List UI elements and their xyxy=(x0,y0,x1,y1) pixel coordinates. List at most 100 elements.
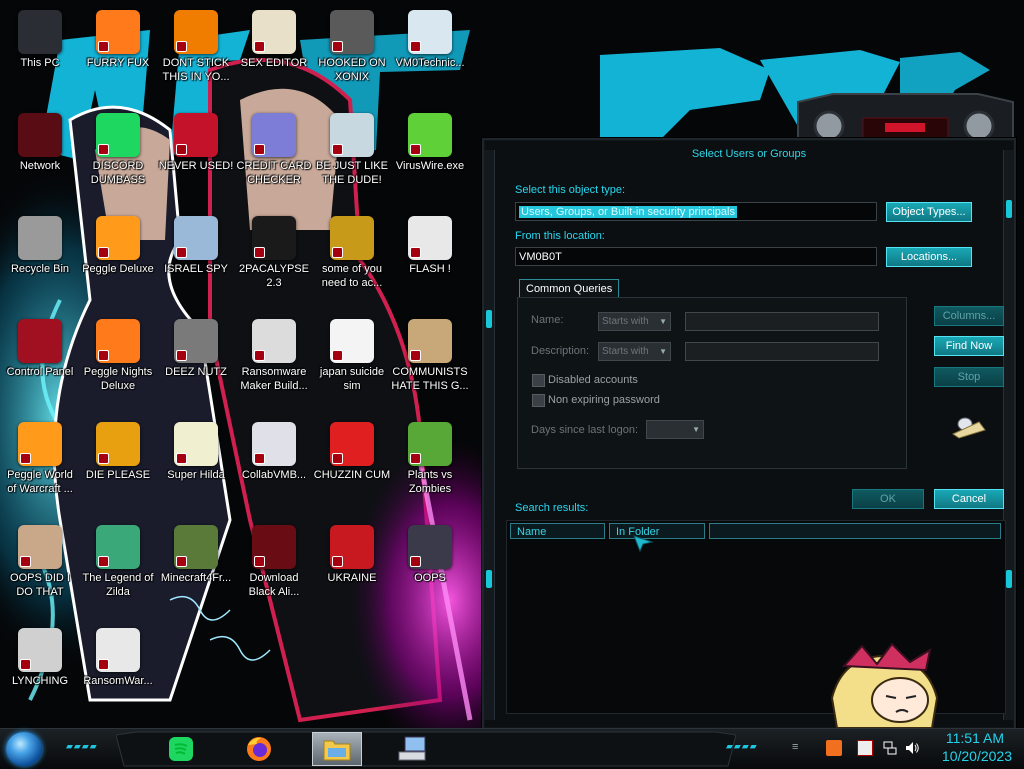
desktop-icon-beaver[interactable]: some of you need to ac... xyxy=(312,210,392,290)
shortcut-arrow-icon xyxy=(176,247,187,258)
desktop-icon-firefox[interactable]: FURRY FUX xyxy=(78,4,158,70)
desktop-icon-monitor[interactable]: CollabVMB... xyxy=(234,416,314,482)
desktop-icon-peggle-wow[interactable]: Peggle World of Warcraft ... xyxy=(0,416,80,496)
non-expiring-label: Non expiring password xyxy=(548,394,660,406)
desktop-icon-flash[interactable]: FLASH ! xyxy=(390,210,470,276)
shortcut-arrow-icon xyxy=(98,556,109,567)
object-types-button[interactable]: Object Types... xyxy=(886,202,972,222)
column-header-blank[interactable] xyxy=(709,523,1001,539)
shortcut-arrow-icon xyxy=(98,453,109,464)
firefox-icon xyxy=(96,10,140,54)
desktop-icon-pixel-ghost[interactable]: Super Hilda xyxy=(156,416,236,482)
desktop-icon-spotify[interactable]: DISCORD DUMBASS xyxy=(78,107,158,187)
desktop-icon-label: Control Panel xyxy=(6,366,74,378)
shortcut-arrow-icon xyxy=(20,453,31,464)
find-now-button[interactable]: Find Now xyxy=(934,336,1004,356)
desktop-icon-windows-stack[interactable]: DEEZ NUTZ xyxy=(156,313,236,379)
location-field: VM0B0T xyxy=(515,247,877,266)
desktop-icon-terminal[interactable]: 2PACALYPSE 2.3 xyxy=(234,210,314,290)
shortcut-arrow-icon xyxy=(176,556,187,567)
stop-button[interactable]: Stop xyxy=(934,367,1004,387)
description-input[interactable] xyxy=(685,342,879,361)
desktop-icon-limewire[interactable]: VirusWire.exe xyxy=(390,107,470,173)
object-type-label: Select this object type: xyxy=(515,184,626,196)
pixel-ghost-icon xyxy=(174,422,218,466)
de-icon xyxy=(96,422,140,466)
desktop-icon-document[interactable]: japan suicide sim xyxy=(312,313,392,393)
network-icon[interactable] xyxy=(882,740,898,756)
description-op-dropdown[interactable]: Starts with ▼ xyxy=(598,342,671,361)
desktop-icon-label: FURRY FUX xyxy=(86,57,150,69)
desktop-icon-vlc-cone[interactable]: DONT STICK THIS IN YO... xyxy=(156,4,236,84)
desktop-icon-label: UKRAINE xyxy=(327,572,377,584)
desktop-icon-label: Ransomware Maker Build... xyxy=(240,366,308,392)
desktop-icon-chuzzle[interactable]: CHUZZIN CUM xyxy=(312,416,392,482)
tray-flag-icon[interactable] xyxy=(857,740,873,756)
desktop-icon-network-card[interactable]: ISRAEL SPY xyxy=(156,210,236,276)
desktop-icon-recycle-bin[interactable]: Recycle Bin xyxy=(0,210,80,276)
desktop-icon-control-panel[interactable]: Control Panel xyxy=(0,313,80,379)
santa-icon xyxy=(330,113,374,157)
search-results-label: Search results: xyxy=(515,502,589,514)
shortcut-arrow-icon xyxy=(176,350,187,361)
taskbar-firefox[interactable] xyxy=(234,732,284,766)
shortcut-arrow-icon xyxy=(410,556,421,567)
desktop-icon-credit-card[interactable]: CREDIT CARD CHECKER xyxy=(234,107,314,187)
desktop-icon-chain[interactable]: LYNCHING xyxy=(0,622,80,688)
clock-time[interactable]: 11:51 AM xyxy=(946,730,1004,746)
desktop-icon-devcpp[interactable]: NEVER USED! xyxy=(156,107,236,173)
desktop-icon-hxd-editor[interactable]: SEX EDITOR xyxy=(234,4,314,70)
desktop-icon-xonix-game[interactable]: HOOKED ON XONIX xyxy=(312,4,392,84)
folder-icon xyxy=(323,740,351,761)
desktop-icon-peggle[interactable]: Peggle Deluxe xyxy=(78,210,158,276)
desktop-icon-portrait[interactable]: OOPS DID I DO THAT xyxy=(0,519,80,599)
desktop-icon-zilda[interactable]: The Legend of Zilda xyxy=(78,519,158,599)
desktop-icon-label: Peggle Deluxe xyxy=(82,263,154,275)
black-orb-icon xyxy=(252,525,296,569)
name-op-dropdown[interactable]: Starts with ▼ xyxy=(598,312,671,331)
taskbar-control-panel[interactable] xyxy=(388,732,438,766)
vlc-cone-icon xyxy=(174,10,218,54)
desktop-icon-computer[interactable]: This PC xyxy=(0,4,80,70)
volume-icon[interactable] xyxy=(904,740,920,756)
chuzzle-icon xyxy=(330,422,374,466)
shortcut-arrow-icon xyxy=(176,144,187,155)
desktop-icon-network-orb[interactable]: Network xyxy=(0,107,80,173)
taskbar-explorer[interactable] xyxy=(312,732,362,766)
desktop-icon-doctor[interactable]: VM0Technic... xyxy=(390,4,470,70)
tray-app-icon[interactable] xyxy=(826,740,842,756)
disabled-accounts-checkbox[interactable] xyxy=(532,374,545,387)
desktop-icon-window-app[interactable]: Ransomware Maker Build... xyxy=(234,313,314,393)
days-since-dropdown[interactable]: ▼ xyxy=(646,420,704,439)
desktop-icon-money-bag[interactable]: COMMUNISTS HATE THIS G... xyxy=(390,313,470,393)
name-label: Name: xyxy=(531,314,564,326)
column-header-in-folder[interactable]: In Folder xyxy=(609,523,705,539)
frame-notch xyxy=(1006,200,1012,218)
shortcut-arrow-icon xyxy=(98,350,109,361)
column-header-name[interactable]: Name xyxy=(510,523,605,539)
columns-button[interactable]: Columns... xyxy=(934,306,1004,326)
tab-common-queries[interactable]: Common Queries xyxy=(519,279,620,298)
name-input[interactable] xyxy=(685,312,879,331)
desktop-icon-peggle-nights[interactable]: Peggle Nights Deluxe xyxy=(78,313,158,393)
shortcut-arrow-icon xyxy=(410,247,421,258)
desktop-icon-minecraft-block[interactable]: Minecraft4Fr... xyxy=(156,519,236,585)
desktop-icon-skull[interactable]: RansomWar... xyxy=(78,622,158,688)
taskbar-spotify[interactable] xyxy=(156,732,206,766)
monitor-icon xyxy=(252,422,296,466)
non-expiring-checkbox[interactable] xyxy=(532,394,545,407)
cancel-button[interactable]: Cancel xyxy=(934,489,1004,509)
ok-button[interactable]: OK xyxy=(852,489,924,509)
start-button[interactable] xyxy=(6,732,42,766)
desktop-icon-santa[interactable]: BE JUST LIKE THE DUDE! xyxy=(312,107,392,187)
desktop-icon-plant[interactable]: Plants vs Zombies xyxy=(390,416,470,496)
desktop-icon-book[interactable]: OOPS xyxy=(390,519,470,585)
desktop-icon-de[interactable]: DIE PLEASE xyxy=(78,416,158,482)
clock-date[interactable]: 10/20/2023 xyxy=(942,748,1012,764)
locations-button[interactable]: Locations... xyxy=(886,247,972,267)
desktop-icon-label: FLASH ! xyxy=(409,263,451,275)
desktop-icon-radiation[interactable]: UKRAINE xyxy=(312,519,392,585)
desktop-icon-black-orb[interactable]: Download Black Ali... xyxy=(234,519,314,599)
shortcut-arrow-icon xyxy=(332,41,343,52)
dialog-frame-left xyxy=(484,150,495,720)
